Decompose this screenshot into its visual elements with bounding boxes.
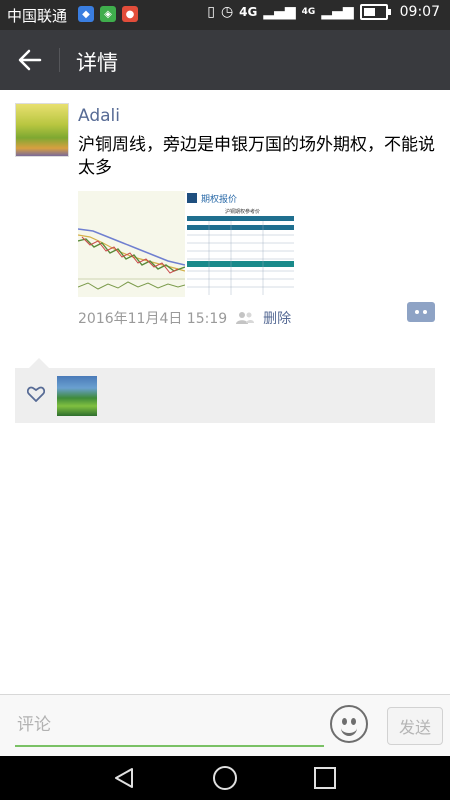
network-type-2: 4G — [301, 7, 316, 17]
app-notification-icon: ◈ — [100, 6, 116, 22]
map-notification-icon: ● — [122, 6, 138, 22]
emoji-icon — [351, 718, 356, 725]
post-meta: 2016年11月4日 15:19 删除 — [78, 308, 291, 328]
clock: 09:07 — [399, 4, 440, 20]
app-notification-icon: ◆ — [78, 6, 94, 22]
post-image-table[interactable]: 期权报价 沪铜期权参考价 — [187, 191, 294, 297]
vibrate-icon: ▯ — [207, 4, 215, 20]
post-text: 沪铜周线，旁边是申银万国的场外期权，不能说太多 — [78, 135, 435, 178]
nav-back-icon[interactable] — [112, 766, 136, 790]
emoji-icon — [341, 725, 357, 736]
more-actions-button[interactable] — [407, 302, 435, 322]
signal-icon-2: ▂▄▆ — [321, 4, 354, 20]
heart-icon — [26, 386, 46, 407]
status-icons: ▯ ◷ 4G ▂▄▆ 4G ▂▄▆ 09:07 — [207, 4, 440, 20]
visibility-icon — [236, 312, 255, 324]
post-images: 期权报价 沪铜期权参考价 — [78, 191, 294, 297]
post-image-chart[interactable] — [78, 191, 185, 297]
likes-box — [15, 358, 435, 423]
arrow-left-icon — [18, 49, 42, 71]
dot-icon — [415, 310, 419, 314]
alarm-icon: ◷ — [220, 4, 234, 20]
emoji-button[interactable] — [330, 705, 368, 743]
send-button[interactable]: 发送 — [387, 707, 443, 745]
signal-icon: ▂▄▆ — [263, 4, 296, 20]
carrier-name: 中国联通 — [7, 7, 68, 25]
comment-input[interactable] — [15, 705, 324, 747]
notification-icons: ◆ ◈ ● — [78, 6, 138, 22]
candlestick-chart-thumbnail — [78, 191, 185, 297]
network-type: 4G — [239, 5, 258, 19]
system-nav-bar — [0, 756, 450, 800]
page-title: 详情 — [76, 51, 118, 75]
divider — [59, 48, 60, 72]
status-bar: 中国联通 ◆ ◈ ● ▯ ◷ 4G ▂▄▆ 4G ▂▄▆ 09:07 — [0, 0, 450, 30]
comment-bar: 发送 — [0, 694, 450, 757]
nav-home-icon[interactable] — [213, 766, 237, 790]
author-name[interactable]: Adali — [78, 106, 120, 126]
option-table-thumbnail: 期权报价 沪铜期权参考价 — [187, 191, 294, 297]
delete-link[interactable]: 删除 — [263, 308, 291, 328]
title-bar: 详情 — [0, 30, 450, 90]
back-button[interactable] — [12, 42, 48, 78]
emoji-icon — [342, 718, 347, 725]
dot-icon — [423, 310, 427, 314]
author-avatar[interactable] — [15, 103, 69, 157]
battery-icon — [359, 4, 391, 20]
table-image-subtitle: 沪铜期权参考价 — [225, 208, 260, 215]
nav-recent-icon[interactable] — [314, 767, 336, 789]
liker-avatar[interactable] — [57, 376, 97, 416]
post-timestamp: 2016年11月4日 15:19 — [78, 311, 228, 327]
table-image-title: 期权报价 — [201, 193, 237, 205]
